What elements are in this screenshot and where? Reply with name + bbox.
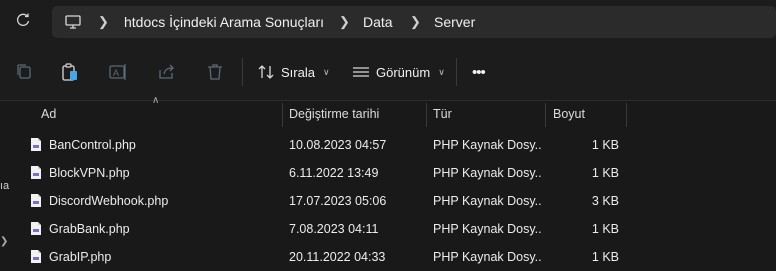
file-size: 1 KB	[591, 222, 619, 236]
column-modified[interactable]: Değiştirme tarihi	[289, 101, 379, 127]
file-type: PHP Kaynak Dosy...	[433, 138, 541, 152]
more-options-icon: •••	[472, 63, 486, 81]
column-size[interactable]: Boyut	[553, 101, 585, 127]
sort-button[interactable]: Sırala ∨	[257, 58, 330, 86]
file-name: GrabBank.php	[49, 222, 130, 236]
php-file-icon	[31, 138, 41, 151]
file-size: 3 KB	[591, 194, 619, 208]
column-divider[interactable]	[545, 103, 546, 127]
delete-icon[interactable]	[204, 61, 226, 83]
svg-text:A: A	[113, 68, 119, 78]
file-name: GrabIP.php	[49, 250, 112, 264]
chevron-right-icon[interactable]: ❯	[410, 6, 421, 38]
file-modified: 7.08.2023 04:11	[289, 222, 379, 236]
file-size: 1 KB	[591, 250, 619, 264]
share-icon[interactable]	[156, 61, 178, 83]
address-bar: ❯ htdocs İçindeki Arama Sonuçları ❯ Data…	[0, 0, 776, 44]
view-button[interactable]: Görünüm ∨	[352, 58, 445, 86]
more-options-button[interactable]: •••	[472, 58, 486, 86]
view-list-icon	[353, 67, 369, 77]
file-name: BlockVPN.php	[49, 166, 130, 180]
chevron-right-icon[interactable]: ❯	[98, 6, 109, 38]
column-header: ∧ Ad Değiştirme tarihi Tür Boyut	[0, 95, 776, 127]
computer-icon[interactable]	[64, 13, 82, 31]
breadcrumb-item-server[interactable]: Server	[434, 6, 475, 38]
file-size: 1 KB	[591, 166, 619, 180]
file-name: DiscordWebhook.php	[49, 194, 169, 208]
php-file-icon	[31, 222, 41, 235]
sort-ascending-icon: ∧	[152, 95, 160, 106]
toolbar-divider	[242, 58, 243, 86]
file-row[interactable]: BanControl.php 10.08.2023 04:57 PHP Kayn…	[0, 131, 776, 159]
command-bar: A Sırala ∨ Görünüm ∨ •••	[0, 44, 776, 101]
column-divider[interactable]	[282, 103, 283, 127]
view-label: Görünüm	[376, 64, 431, 80]
breadcrumb[interactable]: ❯ htdocs İçindeki Arama Sonuçları ❯ Data…	[52, 6, 776, 38]
chevron-right-icon[interactable]: ❯	[339, 6, 350, 38]
nav-expand-icon[interactable]: ❯	[0, 236, 8, 247]
column-name[interactable]: Ad	[41, 101, 56, 127]
column-type[interactable]: Tür	[433, 101, 452, 127]
file-type: PHP Kaynak Dosy...	[433, 222, 541, 236]
chevron-down-icon: ∨	[438, 66, 445, 77]
file-modified: 6.11.2022 13:49	[289, 166, 379, 180]
file-modified: 17.07.2023 05:06	[289, 194, 387, 208]
file-row[interactable]: GrabBank.php 7.08.2023 04:11 PHP Kaynak …	[0, 215, 776, 243]
file-modified: 20.11.2022 04:33	[289, 250, 386, 264]
file-type: PHP Kaynak Dosy...	[433, 166, 541, 180]
php-file-icon	[31, 166, 41, 179]
nav-pane-label-fragment[interactable]: ıa	[0, 180, 9, 192]
chevron-down-icon: ∨	[322, 66, 330, 77]
rename-icon[interactable]: A	[107, 61, 129, 83]
php-file-icon	[31, 250, 41, 263]
breadcrumb-item-data[interactable]: Data	[363, 6, 393, 38]
file-row[interactable]: DiscordWebhook.php 17.07.2023 05:06 PHP …	[0, 187, 776, 215]
file-row[interactable]: GrabIP.php 20.11.2022 04:33 PHP Kaynak D…	[0, 243, 776, 271]
file-name: BanControl.php	[49, 138, 136, 152]
file-modified: 10.08.2023 04:57	[289, 138, 387, 152]
php-file-icon	[31, 194, 41, 207]
breadcrumb-item-search-results[interactable]: htdocs İçindeki Arama Sonuçları	[124, 6, 324, 38]
column-divider[interactable]	[626, 103, 627, 127]
file-row[interactable]: BlockVPN.php 6.11.2022 13:49 PHP Kaynak …	[0, 159, 776, 187]
file-type: PHP Kaynak Dosy...	[433, 194, 541, 208]
file-size: 1 KB	[591, 138, 619, 152]
copy-icon[interactable]	[13, 61, 35, 83]
sort-label: Sırala	[281, 64, 315, 80]
column-divider[interactable]	[426, 103, 427, 127]
sort-icon	[258, 65, 274, 79]
refresh-icon[interactable]	[12, 12, 34, 32]
paste-icon[interactable]	[59, 61, 81, 83]
toolbar-divider	[456, 58, 457, 86]
file-type: PHP Kaynak Dosy...	[433, 250, 541, 264]
